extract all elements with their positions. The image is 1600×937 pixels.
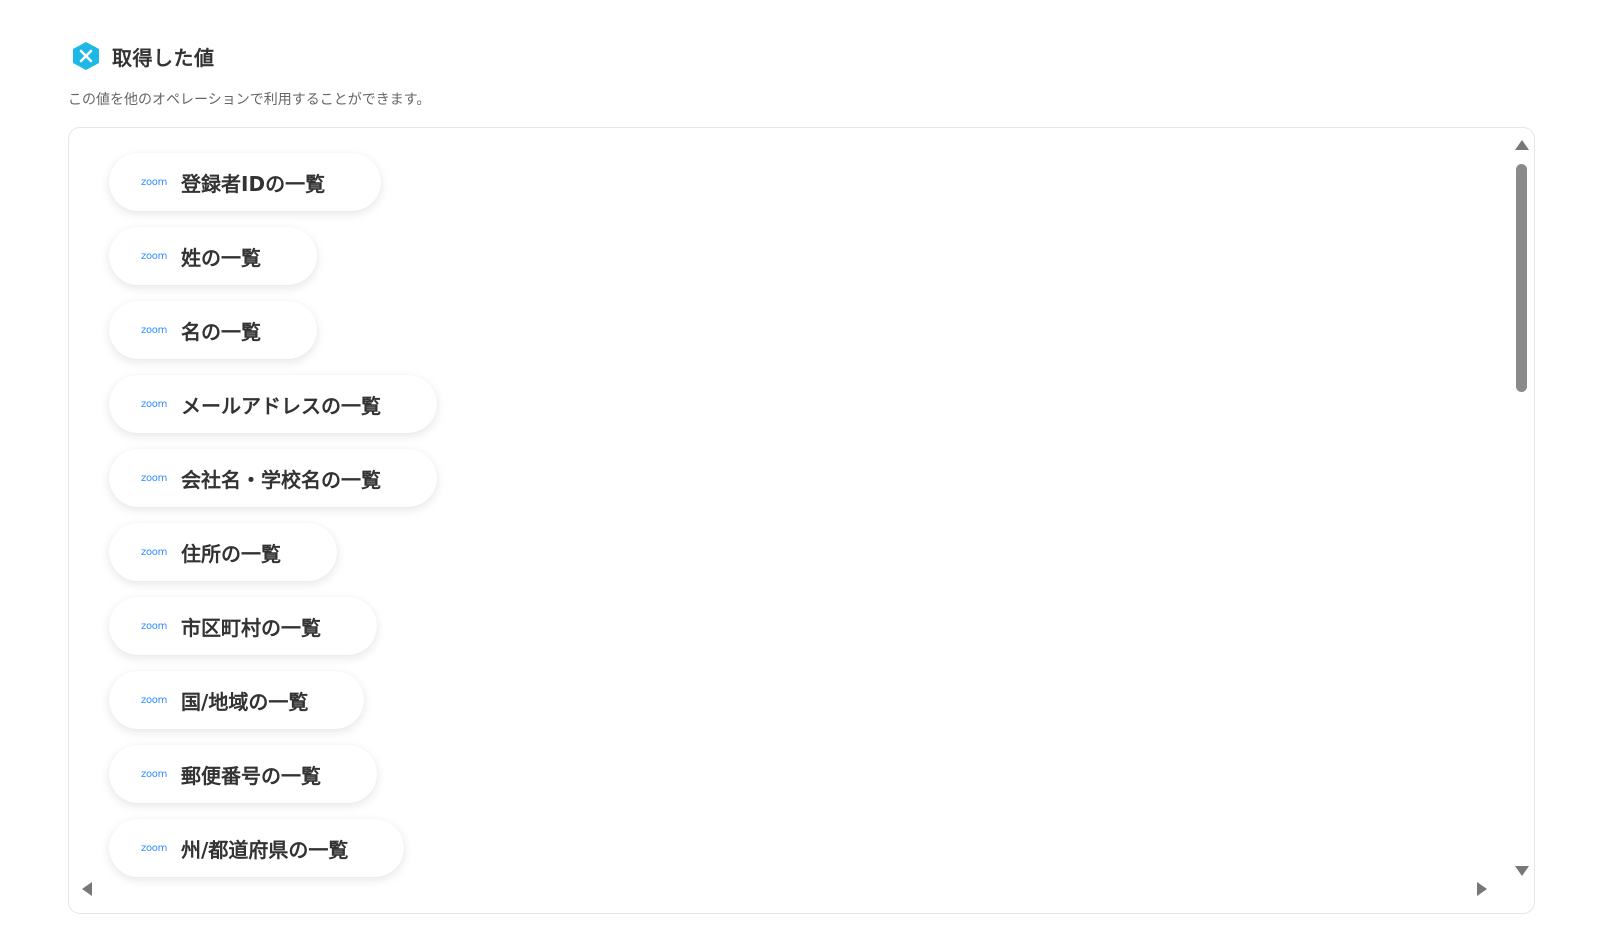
zoom-logo-icon: zoom [141,324,168,336]
value-chip[interactable]: zoom 市区町村の一覧 [109,597,378,655]
value-chip[interactable]: zoom 登録者IDの一覧 [109,153,382,211]
scroll-up-arrow-icon[interactable] [1515,140,1529,150]
zoom-logo-icon: zoom [141,620,168,632]
vertical-scroll-thumb[interactable] [1516,164,1527,392]
value-chip[interactable]: zoom 住所の一覧 [109,523,338,581]
vertical-scrollbar[interactable] [1514,136,1530,876]
page: 取得した値 この値を他のオペレーションで利用することができます。 zoom 登録… [0,0,1600,937]
zoom-logo-icon: zoom [141,768,168,780]
value-chip-label: メールアドレスの一覧 [181,393,382,418]
horizontal-scrollbar[interactable] [79,881,1487,897]
zoom-logo-icon: zoom [141,842,168,854]
value-chip-label: 名の一覧 [181,319,262,344]
value-chip[interactable]: zoom 名の一覧 [109,301,318,359]
zoom-logo-icon: zoom [141,472,168,484]
scroll-right-arrow-icon[interactable] [1477,882,1487,896]
value-chip-label: 州/都道府県の一覧 [181,837,349,862]
zoom-logo-icon: zoom [141,546,168,558]
yoom-logo-icon [70,40,102,72]
value-chip[interactable]: zoom メールアドレスの一覧 [109,375,438,433]
value-chip-label: 姓の一覧 [181,245,262,270]
zoom-logo-icon: zoom [141,176,168,188]
value-chip[interactable]: zoom 会社名・学校名の一覧 [109,449,438,507]
zoom-logo-icon: zoom [141,694,168,706]
section-header: 取得した値 [70,40,215,72]
scroll-down-arrow-icon[interactable] [1515,866,1529,876]
value-chip-label: 住所の一覧 [181,541,282,566]
values-list: zoom 登録者IDの一覧 zoom 姓の一覧 zoom 名の一覧 zoom メ… [109,153,438,877]
scroll-left-arrow-icon[interactable] [82,882,92,896]
section-title: 取得した値 [112,45,215,70]
value-chip-label: 市区町村の一覧 [181,615,322,640]
value-chip-label: 会社名・学校名の一覧 [181,467,382,492]
value-chip[interactable]: zoom 州/都道府県の一覧 [109,819,405,877]
values-panel: zoom 登録者IDの一覧 zoom 姓の一覧 zoom 名の一覧 zoom メ… [68,127,1535,914]
value-chip-label: 郵便番号の一覧 [181,763,322,788]
value-chip-label: 国/地域の一覧 [181,689,309,714]
value-chip[interactable]: zoom 郵便番号の一覧 [109,745,378,803]
zoom-logo-icon: zoom [141,398,168,410]
zoom-logo-icon: zoom [141,250,168,262]
section-description: この値を他のオペレーションで利用することができます。 [68,92,431,108]
value-chip[interactable]: zoom 国/地域の一覧 [109,671,365,729]
value-chip-label: 登録者IDの一覧 [181,171,326,196]
value-chip[interactable]: zoom 姓の一覧 [109,227,318,285]
